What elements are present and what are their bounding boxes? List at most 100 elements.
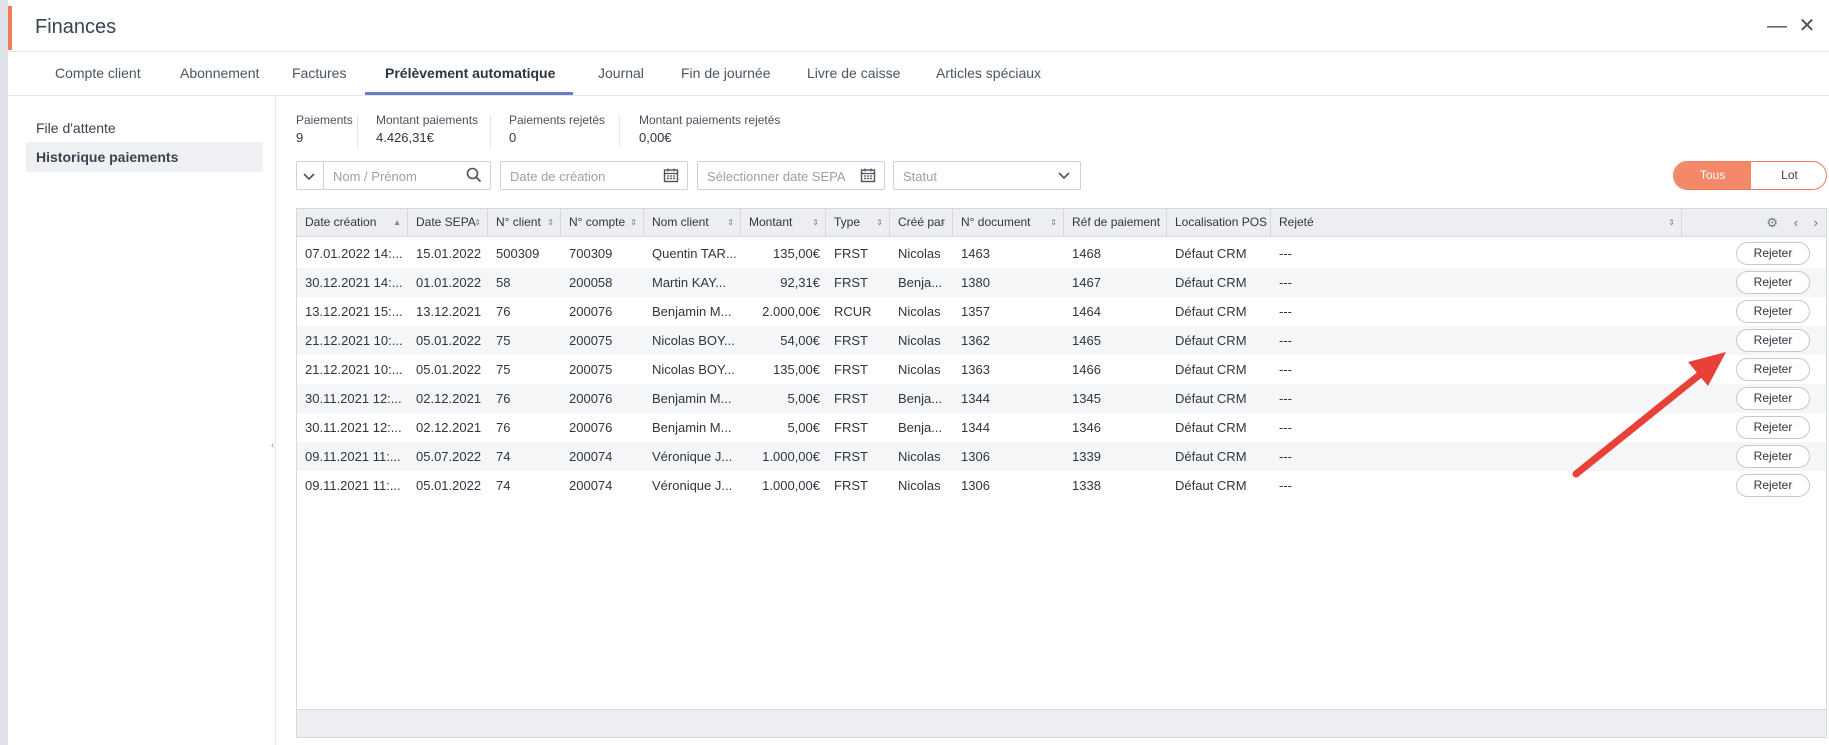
calendar-icon[interactable]	[860, 167, 876, 183]
gear-icon[interactable]: ⚙	[1766, 215, 1778, 230]
table-cell: 200058	[569, 275, 613, 290]
sort-icon[interactable]: ⇕	[630, 209, 637, 236]
table-cell: 200076	[569, 420, 613, 435]
table-row[interactable]: 21.12.2021 10:... 05.01.2022 75 200075 Nicol…	[297, 355, 1826, 384]
toggle-lot[interactable]: Lot	[1751, 162, 1826, 189]
table-cell: FRST	[834, 420, 868, 435]
sort-icon[interactable]: ⇕	[1050, 209, 1057, 236]
tab-compte-client[interactable]: Compte client	[35, 52, 161, 95]
table-row[interactable]: 13.12.2021 15:... 13.12.2021 76 200076 Benja…	[297, 297, 1826, 326]
sort-icon[interactable]: ⇕	[1668, 209, 1675, 236]
sort-icon[interactable]: ⇕	[939, 209, 946, 236]
tab-livre-de-caisse[interactable]: Livre de caisse	[787, 52, 920, 95]
reject-button[interactable]: Rejeter	[1736, 358, 1810, 381]
table-cell: Défaut CRM	[1175, 304, 1247, 319]
chevron-left-icon[interactable]: ‹	[1794, 215, 1798, 230]
column-header-label: Nom client	[652, 215, 709, 229]
minimize-button[interactable]: —	[1766, 15, 1788, 37]
sort-icon[interactable]: ⇕	[547, 209, 554, 236]
sort-icon[interactable]: ⇕	[812, 209, 819, 236]
toggle-tous[interactable]: Tous	[1674, 162, 1751, 189]
search-icon[interactable]	[466, 167, 482, 183]
sort-icon[interactable]: ⇕	[727, 209, 734, 236]
column-header[interactable]: Date SEPA ⇕	[408, 209, 488, 236]
table-cell: 1362	[961, 333, 990, 348]
reject-button[interactable]: Rejeter	[1736, 300, 1810, 323]
table-cell: Benja...	[898, 275, 943, 290]
creation-date-placeholder: Date de création	[510, 169, 606, 184]
column-header[interactable]: Localisation POS	[1167, 209, 1271, 236]
column-header[interactable]: Date création ▲	[297, 209, 408, 236]
table-cell: 1357	[961, 304, 990, 319]
column-header[interactable]: Réf de paiement	[1064, 209, 1167, 236]
table-cell: 09.11.2021 11:...	[305, 478, 401, 493]
column-header[interactable]: Type ⇕	[826, 209, 890, 236]
sort-icon[interactable]: ⇕	[474, 209, 481, 236]
column-header[interactable]: N° document ⇕	[953, 209, 1064, 236]
table-cell: Benja...	[898, 420, 943, 435]
column-header[interactable]: N° client ⇕	[488, 209, 561, 236]
table-cell: 05.01.2022	[416, 478, 482, 493]
table-row[interactable]: 21.12.2021 10:... 05.01.2022 75 200075 Nicol…	[297, 326, 1826, 355]
table-row[interactable]: 30.11.2021 12:... 02.12.2021 76 200076 Benja…	[297, 413, 1826, 442]
table-cell: FRST	[834, 391, 868, 406]
table-row[interactable]: 09.11.2021 11:... 05.01.2022 74 200074 Véron…	[297, 471, 1826, 500]
column-header[interactable]: Rejeté ⇕	[1271, 209, 1682, 236]
table-cell: Nicolas BOY...	[652, 333, 735, 348]
close-button[interactable]: ✕	[1796, 15, 1818, 37]
reject-button[interactable]: Rejeter	[1736, 242, 1810, 265]
reject-button[interactable]: Rejeter	[1736, 445, 1810, 468]
table-header: Date création ▲ Date SEPA ⇕ N° client ⇕ N° …	[297, 209, 1826, 237]
sepa-date-input[interactable]: Sélectionner date SEPA	[697, 161, 885, 190]
sidebar-item-file-attente[interactable]: File d'attente	[26, 113, 263, 143]
table-row[interactable]: 09.11.2021 11:... 05.07.2022 74 200074 Véron…	[297, 442, 1826, 471]
reject-button[interactable]: Rejeter	[1736, 416, 1810, 439]
table-cell: Défaut CRM	[1175, 246, 1247, 261]
table-cell: Benjamin M...	[652, 420, 732, 435]
table-cell: 02.12.2021	[416, 391, 482, 406]
sort-icon[interactable]: ⇕	[876, 209, 883, 236]
column-header-label: Montant	[749, 215, 793, 229]
column-header[interactable]: Créé par ⇕	[890, 209, 953, 236]
calendar-icon[interactable]	[663, 167, 679, 183]
table-cell: 07.01.2022 14:...	[305, 246, 403, 261]
stat-montant-paiements: Montant paiements 4.426,31€	[376, 113, 478, 149]
table-cell: Benja...	[898, 391, 943, 406]
reject-button[interactable]: Rejeter	[1736, 271, 1810, 294]
tab-articles-speciaux[interactable]: Articles spéciaux	[916, 52, 1061, 95]
column-header[interactable]: Nom client ⇕	[644, 209, 741, 236]
table-cell: 200076	[569, 304, 613, 319]
table-row[interactable]: 30.11.2021 12:... 02.12.2021 76 200076 Benja…	[297, 384, 1826, 413]
tous-lot-toggle: Tous Lot	[1673, 161, 1827, 190]
chevron-down-icon	[303, 173, 315, 181]
column-header[interactable]: Montant ⇕	[741, 209, 826, 236]
column-header-label: Réf de paiement	[1072, 215, 1161, 229]
stat-label: Paiements rejetés	[509, 113, 606, 127]
tab-fin-de-journee[interactable]: Fin de journée	[661, 52, 791, 95]
search-mode-dropdown[interactable]	[296, 161, 324, 190]
reject-button[interactable]: Rejeter	[1736, 387, 1810, 410]
table-cell: 1465	[1072, 333, 1101, 348]
name-search-input[interactable]: Nom / Prénom	[323, 161, 491, 190]
table-cell: 200075	[569, 333, 613, 348]
table-cell: 54,00€	[780, 333, 820, 348]
tab-factures[interactable]: Factures	[272, 52, 366, 95]
tab-abonnement[interactable]: Abonnement	[160, 52, 279, 95]
chevron-right-icon[interactable]: ›	[1814, 215, 1818, 230]
reject-button[interactable]: Rejeter	[1736, 474, 1810, 497]
tab-prelevement-automatique[interactable]: Prélèvement automatique	[365, 52, 573, 95]
tab-journal[interactable]: Journal	[578, 52, 664, 95]
table-cell: Véronique J...	[652, 449, 733, 464]
table-row[interactable]: 07.01.2022 14:... 15.01.2022 500309 700309 Q…	[297, 239, 1826, 268]
sidebar-item-historique-paiements[interactable]: Historique paiements	[26, 142, 263, 172]
reject-button[interactable]: Rejeter	[1736, 329, 1810, 352]
collapse-sidebar-icon[interactable]: ‹	[271, 440, 274, 451]
column-header[interactable]: N° compte ⇕	[561, 209, 644, 236]
table-row[interactable]: 30.12.2021 14:... 01.01.2022 58 200058 Marti…	[297, 268, 1826, 297]
sort-icon[interactable]: ▲	[393, 209, 401, 236]
table-cell: 1468	[1072, 246, 1101, 261]
column-header-label: Localisation POS	[1175, 215, 1268, 229]
creation-date-input[interactable]: Date de création	[500, 161, 688, 190]
status-select[interactable]: Statut	[893, 161, 1081, 190]
table-cell: Nicolas	[898, 333, 941, 348]
